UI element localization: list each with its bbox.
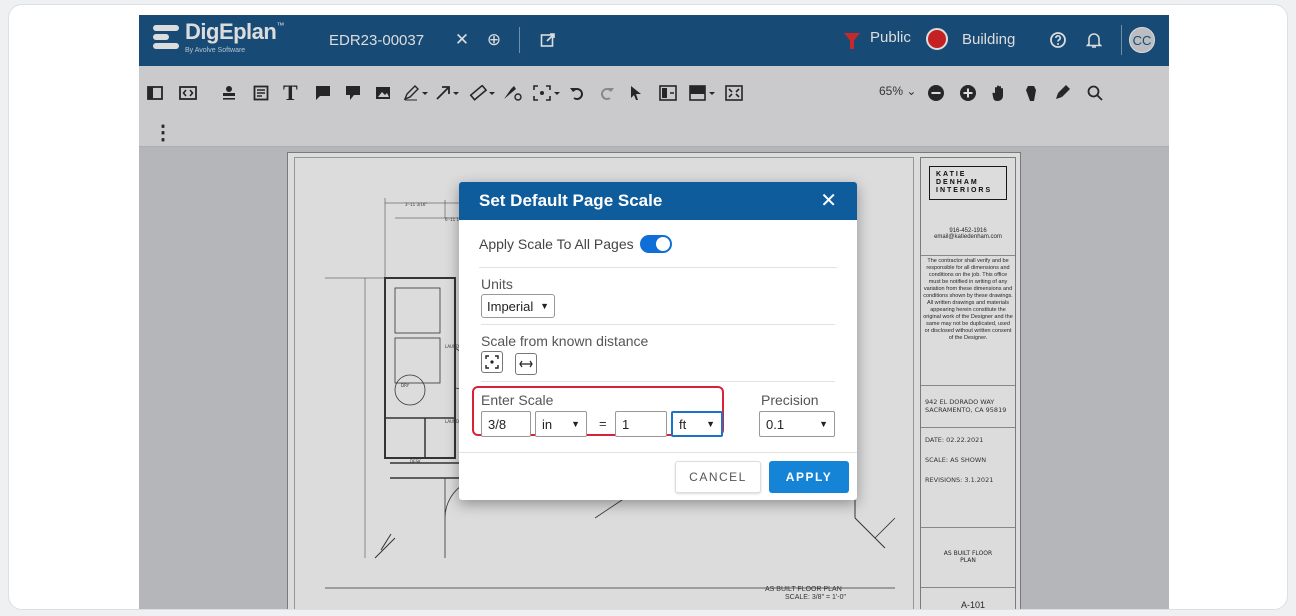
equals-sign: = xyxy=(599,416,607,431)
units-section: Units Imperial ▼ xyxy=(481,268,835,325)
dialog-title: Set Default Page Scale xyxy=(479,191,663,210)
dialog-body: Apply Scale To All Pages Units Imperial … xyxy=(459,220,857,446)
chevron-down-icon: ▼ xyxy=(706,419,715,429)
scale-to-unit: ft xyxy=(679,416,687,432)
units-label: Units xyxy=(481,276,513,292)
set-page-scale-dialog: Set Default Page Scale ✕ Apply Scale To … xyxy=(459,182,857,500)
capture-area-button[interactable] xyxy=(481,351,503,373)
chevron-down-icon: ▼ xyxy=(540,301,549,311)
measure-distance-button[interactable] xyxy=(514,353,537,375)
precision-value: 0.1 xyxy=(766,416,785,432)
scale-to-input[interactable]: 1 xyxy=(615,411,667,437)
apply-button[interactable]: APPLY xyxy=(769,461,849,493)
units-select[interactable]: Imperial ▼ xyxy=(481,294,555,318)
screenshot-frame: DigEplan™ By Avolve Software EDR23-00037… xyxy=(8,4,1288,610)
close-icon[interactable]: ✕ xyxy=(820,191,837,211)
dialog-footer: CANCEL APPLY xyxy=(459,452,857,500)
dialog-header: Set Default Page Scale ✕ xyxy=(459,182,857,220)
scale-from-input[interactable]: 3/8 xyxy=(481,411,531,437)
precision-select[interactable]: 0.1 ▼ xyxy=(759,411,835,437)
precision-label: Precision xyxy=(761,392,819,408)
enter-scale-section: Enter Scale 3/8 in ▼ = 1 ft ▼ Precision … xyxy=(472,386,835,446)
known-distance-section: Scale from known distance xyxy=(481,325,835,382)
scale-from-unit: in xyxy=(542,416,553,432)
capture-area-icon xyxy=(485,355,499,369)
known-distance-label: Scale from known distance xyxy=(481,333,649,349)
chevron-down-icon: ▼ xyxy=(819,419,828,429)
horizontal-arrows-icon xyxy=(519,360,533,368)
apply-all-label: Apply Scale To All Pages xyxy=(479,235,634,252)
units-value: Imperial xyxy=(487,298,534,314)
scale-to-unit-select[interactable]: ft ▼ xyxy=(671,411,723,437)
cancel-button[interactable]: CANCEL xyxy=(675,461,761,493)
apply-all-toggle[interactable] xyxy=(639,234,672,253)
apply-all-row: Apply Scale To All Pages xyxy=(479,220,837,268)
chevron-down-icon: ▼ xyxy=(571,419,580,429)
app-window: DigEplan™ By Avolve Software EDR23-00037… xyxy=(139,15,1169,609)
scale-from-unit-select[interactable]: in ▼ xyxy=(535,411,587,437)
enter-scale-label: Enter Scale xyxy=(481,392,554,408)
